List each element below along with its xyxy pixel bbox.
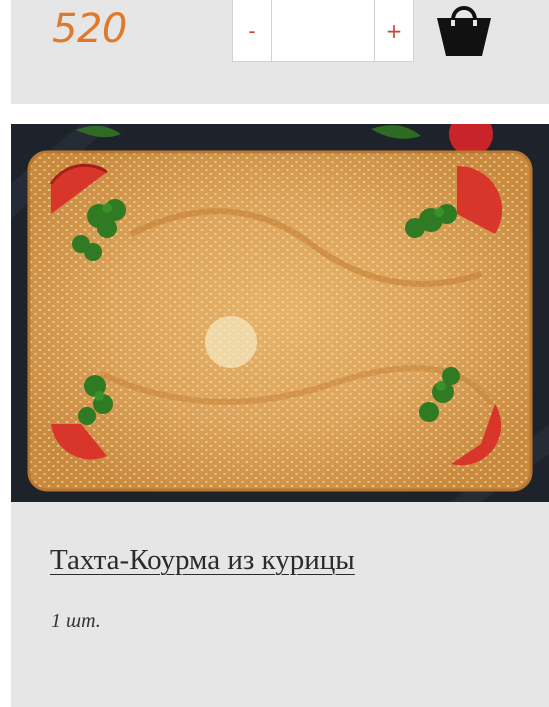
quantity-stepper: - +	[232, 0, 414, 62]
qty-field-wrap	[271, 0, 375, 61]
product-card-top: 520 - +	[11, 0, 549, 104]
pie-image	[11, 124, 549, 502]
qty-minus-button[interactable]: -	[233, 0, 271, 61]
qty-input[interactable]	[272, 0, 374, 61]
price: 520	[52, 6, 127, 52]
product-title-link[interactable]: Тахта-Коурма из курицы	[50, 544, 355, 577]
product-card: Тахта-Коурма из курицы 1 шт.	[11, 124, 549, 707]
product-unit: 1 шт.	[51, 610, 101, 632]
product-photo[interactable]	[11, 124, 549, 502]
add-to-cart-button[interactable]	[431, 0, 497, 58]
qty-plus-button[interactable]: +	[375, 0, 413, 61]
shopping-bag-icon	[437, 6, 491, 56]
